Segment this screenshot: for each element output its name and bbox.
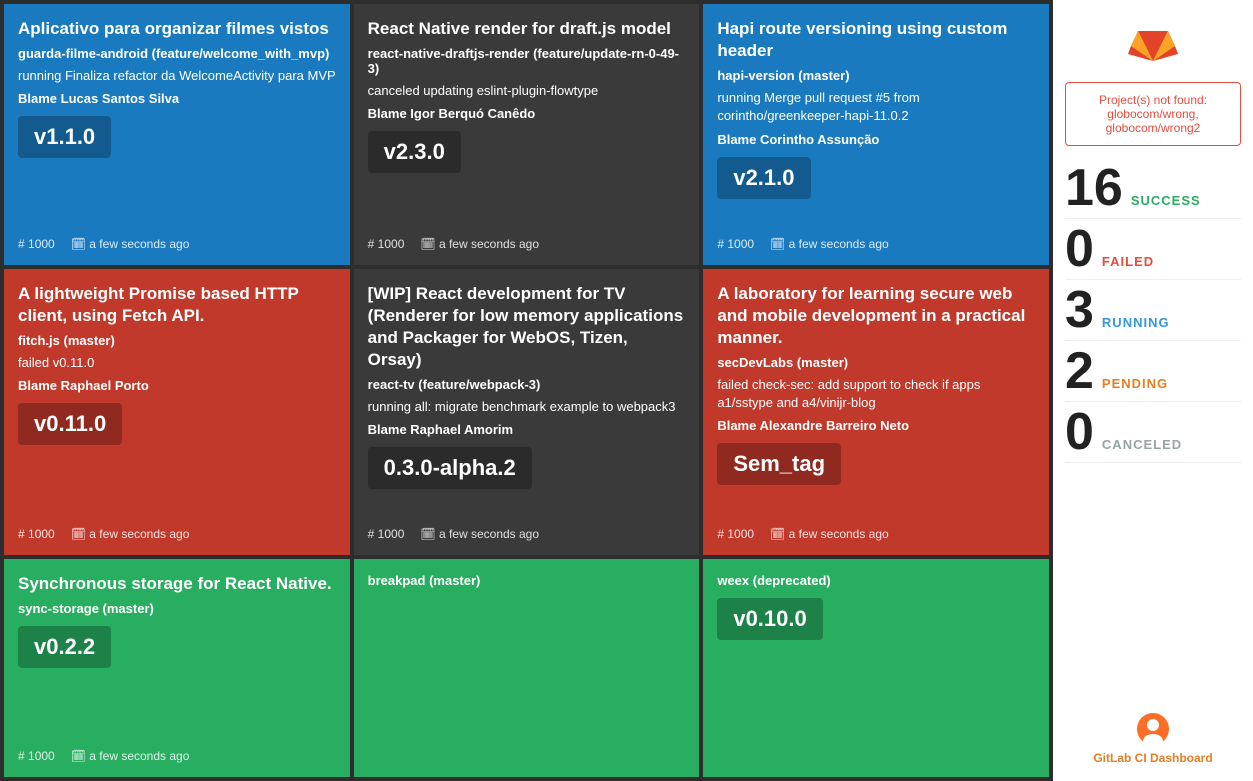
stat-number-pending: 2 [1065,345,1094,397]
card-title: Aplicativo para organizar filmes vistos [18,18,336,40]
pipeline-grid: Aplicativo para organizar filmes vistos g… [0,0,1053,781]
card-repo: breakpad (master) [368,573,686,588]
card-repo: react-tv (feature/webpack-3) [368,377,686,392]
card-desc: canceled updating eslint-plugin-flowtype [368,82,686,100]
pipeline-card-3[interactable]: Hapi route versioning using custom heade… [703,4,1049,265]
gitlab-footer-text: GitLab CI Dashboard [1093,751,1212,765]
card-title: A lightweight Promise based HTTP client,… [18,283,336,327]
card-repo: hapi-version (master) [717,68,1035,83]
timestamp: a few seconds ago [71,527,190,541]
timestamp: a few seconds ago [770,527,889,541]
stat-label-success: SUCCESS [1131,193,1201,208]
build-number: 1000 [368,237,405,251]
card-desc: failed v0.11.0 [18,354,336,372]
pipeline-card-6[interactable]: A laboratory for learning secure web and… [703,269,1049,556]
card-title: React Native render for draft.js model [368,18,686,40]
version-badge: v0.10.0 [717,598,822,640]
card-repo: sync-storage (master) [18,601,336,616]
build-number: 1000 [717,237,754,251]
build-number: 1000 [717,527,754,541]
card-footer: 1000 a few seconds ago [18,527,336,541]
pipeline-card-5[interactable]: [WIP] React development for TV (Renderer… [354,269,700,556]
card-repo: guarda-filme-android (feature/welcome_wi… [18,46,336,61]
sidebar: Project(s) not found: globocom/wrong, gl… [1053,0,1253,781]
pipeline-card-7[interactable]: Synchronous storage for React Native. syn… [4,559,350,777]
card-footer: 1000 a few seconds ago [717,527,1035,541]
pipeline-card-4[interactable]: A lightweight Promise based HTTP client,… [4,269,350,556]
build-number: 1000 [18,749,55,763]
pipeline-card-8[interactable]: breakpad (master) [354,559,700,777]
stat-label-canceled: CANCELED [1102,437,1182,452]
gitlab-footer: GitLab CI Dashboard [1093,711,1212,765]
build-number: 1000 [18,237,55,251]
stat-label-pending: PENDING [1102,376,1168,391]
gitlab-footer-icon [1135,711,1171,747]
card-blame: Blame Raphael Amorim [368,422,686,437]
card-title: [WIP] React development for TV (Renderer… [368,283,686,371]
timestamp: a few seconds ago [71,237,190,251]
timestamp: a few seconds ago [420,237,539,251]
card-desc: running all: migrate benchmark example t… [368,398,686,416]
gitlab-logo [1128,16,1178,66]
pipeline-card-2[interactable]: React Native render for draft.js model re… [354,4,700,265]
timestamp: a few seconds ago [420,527,539,541]
card-footer: 1000 a few seconds ago [18,749,336,763]
stat-success: 16 SUCCESS [1065,158,1241,219]
version-badge: v2.3.0 [368,131,461,173]
card-blame: Blame Igor Berquó Canêdo [368,106,686,121]
stat-label-running: RUNNING [1102,315,1170,330]
card-repo: react-native-draftjs-render (feature/upd… [368,46,686,76]
pipeline-card-1[interactable]: Aplicativo para organizar filmes vistos g… [4,4,350,265]
card-repo: weex (deprecated) [717,573,1035,588]
pipeline-card-9[interactable]: weex (deprecated) v0.10.0 [703,559,1049,777]
build-number: 1000 [18,527,55,541]
card-blame: Blame Raphael Porto [18,378,336,393]
version-badge: v0.2.2 [18,626,111,668]
version-badge: v2.1.0 [717,157,810,199]
card-blame: Blame Corintho Assunção [717,132,1035,147]
version-badge: 0.3.0-alpha.2 [368,447,532,489]
stat-number-canceled: 0 [1065,406,1094,458]
card-footer: 1000 a few seconds ago [368,527,686,541]
card-desc: failed check-sec: add support to check i… [717,376,1035,412]
version-badge: Sem_tag [717,443,841,485]
stat-running: 3 RUNNING [1065,280,1241,341]
stat-number-success: 16 [1065,162,1123,214]
card-repo: fitch.js (master) [18,333,336,348]
version-badge: v0.11.0 [18,403,122,445]
timestamp: a few seconds ago [71,749,190,763]
stat-canceled: 0 CANCELED [1065,402,1241,463]
stats-container: 16 SUCCESS 0 FAILED 3 RUNNING 2 PENDING … [1065,158,1241,463]
card-blame: Blame Lucas Santos Silva [18,91,336,106]
card-desc: running Merge pull request #5 from corin… [717,89,1035,125]
card-desc: running Finaliza refactor da WelcomeActi… [18,67,336,85]
stat-number-running: 3 [1065,284,1094,336]
card-title: Hapi route versioning using custom heade… [717,18,1035,62]
card-footer: 1000 a few seconds ago [18,237,336,251]
card-title: A laboratory for learning secure web and… [717,283,1035,349]
version-badge: v1.1.0 [18,116,111,158]
stat-pending: 2 PENDING [1065,341,1241,402]
card-title: Synchronous storage for React Native. [18,573,336,595]
stat-label-failed: FAILED [1102,254,1154,269]
card-repo: secDevLabs (master) [717,355,1035,370]
stat-failed: 0 FAILED [1065,219,1241,280]
timestamp: a few seconds ago [770,237,889,251]
stat-number-failed: 0 [1065,223,1094,275]
card-footer: 1000 a few seconds ago [368,237,686,251]
card-footer: 1000 a few seconds ago [717,237,1035,251]
build-number: 1000 [368,527,405,541]
card-blame: Blame Alexandre Barreiro Neto [717,418,1035,433]
error-box: Project(s) not found: globocom/wrong, gl… [1065,82,1241,146]
